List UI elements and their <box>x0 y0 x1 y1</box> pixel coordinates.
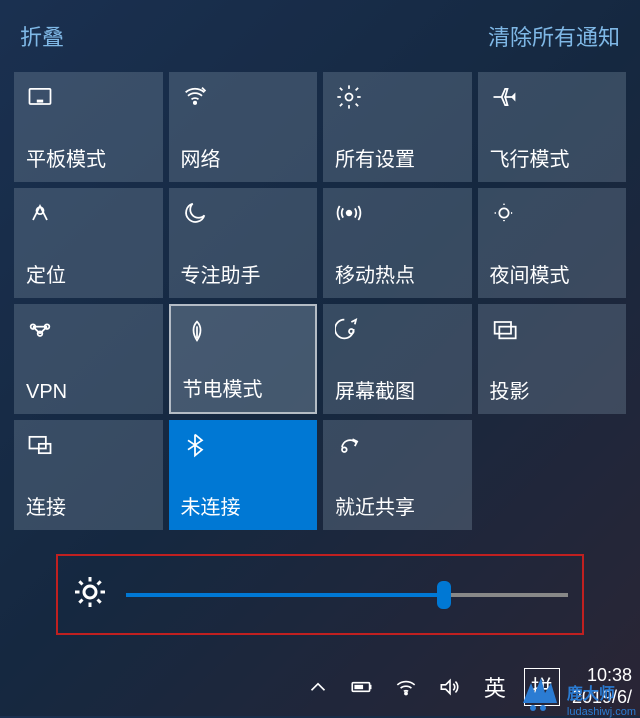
snip-icon <box>335 314 365 344</box>
tile-network[interactable]: 网络 <box>169 72 318 182</box>
tile-label: VPN <box>26 381 151 404</box>
night-light-icon <box>490 198 520 228</box>
bluetooth-icon <box>181 430 211 460</box>
tile-label: 平板模式 <box>26 143 151 172</box>
watermark: 鹿大师 ludashiwj.com <box>513 668 636 718</box>
tile-label: 移动热点 <box>335 259 460 288</box>
tile-all-settings[interactable]: 所有设置 <box>323 72 472 182</box>
tile-label: 节电模式 <box>183 373 304 402</box>
brightness-slider-container <box>56 554 584 635</box>
tile-night-light[interactable]: 夜间模式 <box>478 188 627 298</box>
tile-nearby-sharing[interactable]: 就近共享 <box>323 420 472 530</box>
tile-focus-assist[interactable]: 专注助手 <box>169 188 318 298</box>
slider-fill <box>126 593 444 597</box>
airplane-icon <box>490 82 520 112</box>
tile-airplane-mode[interactable]: 飞行模式 <box>478 72 627 182</box>
tile-project[interactable]: 投影 <box>478 304 627 414</box>
tile-label: 屏幕截图 <box>335 375 460 404</box>
wifi-bars-icon <box>181 82 211 112</box>
tablet-icon <box>26 82 56 112</box>
ime-language[interactable]: 英 <box>478 669 512 705</box>
volume-icon[interactable] <box>434 671 466 703</box>
tile-mobile-hotspot[interactable]: 移动热点 <box>323 188 472 298</box>
leaf-icon <box>183 316 213 346</box>
tile-label: 网络 <box>181 143 306 172</box>
watermark-brand: 鹿大师 <box>567 680 636 704</box>
project-icon <box>490 314 520 344</box>
tile-label: 就近共享 <box>335 491 460 520</box>
moon-icon <box>181 198 211 228</box>
connect-icon <box>26 430 56 460</box>
tile-label: 投影 <box>490 375 615 404</box>
tile-tablet-mode[interactable]: 平板模式 <box>14 72 163 182</box>
clear-all-link[interactable]: 清除所有通知 <box>488 20 620 52</box>
battery-icon[interactable] <box>346 671 378 703</box>
tile-location[interactable]: 定位 <box>14 188 163 298</box>
brightness-slider[interactable] <box>126 593 568 597</box>
tile-label: 连接 <box>26 491 151 520</box>
collapse-link[interactable]: 折叠 <box>20 20 64 52</box>
tile-screen-snip[interactable]: 屏幕截图 <box>323 304 472 414</box>
tile-label: 专注助手 <box>181 259 306 288</box>
wifi-icon[interactable] <box>390 671 422 703</box>
tile-label: 定位 <box>26 259 151 288</box>
slider-thumb[interactable] <box>437 581 451 609</box>
tile-label: 未连接 <box>181 491 306 520</box>
location-icon <box>26 198 56 228</box>
tile-vpn[interactable]: VPN <box>14 304 163 414</box>
tile-battery-saver[interactable]: 节电模式 <box>169 304 318 414</box>
brightness-icon <box>72 574 108 615</box>
tile-label: 飞行模式 <box>490 143 615 172</box>
share-icon <box>335 430 365 460</box>
tray-expand-icon[interactable] <box>302 671 334 703</box>
watermark-url: ludashiwj.com <box>567 706 636 718</box>
vpn-icon <box>26 314 56 344</box>
watermark-logo-icon <box>513 668 563 718</box>
tile-connect[interactable]: 连接 <box>14 420 163 530</box>
tile-label: 所有设置 <box>335 143 460 172</box>
tile-label: 夜间模式 <box>490 259 615 288</box>
hotspot-icon <box>335 198 365 228</box>
quick-action-tiles: 平板模式 网络所有设置 飞行模式定位 专注助手移动热点 夜间模式 VPN 节电模式 屏幕截图 投… <box>0 72 640 530</box>
tile-bluetooth[interactable]: 未连接 <box>169 420 318 530</box>
gear-icon <box>335 82 365 112</box>
